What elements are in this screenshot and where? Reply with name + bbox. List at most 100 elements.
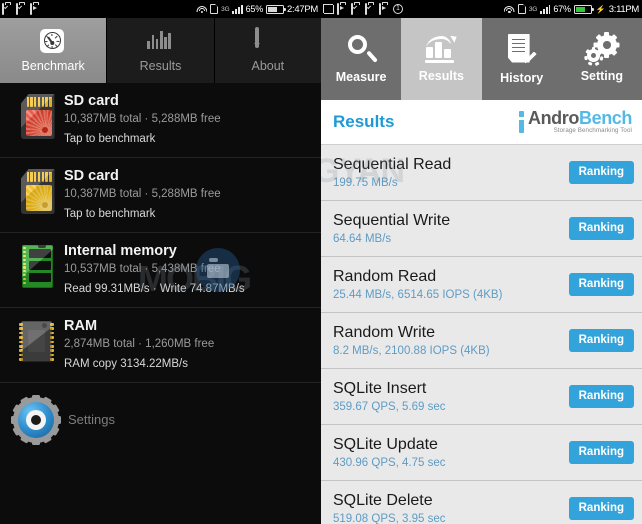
- battery-icon: [573, 4, 594, 14]
- ranking-button[interactable]: Ranking: [568, 440, 634, 465]
- battery-icon: [266, 4, 287, 14]
- ram-chip-icon: [10, 317, 62, 364]
- notification-arrow-icon: [337, 2, 348, 15]
- list-item-text: SD card 10,387MB total · 5,288MB free Ta…: [62, 92, 311, 148]
- wifi-icon: [503, 5, 515, 14]
- right-status-notifications: 1: [323, 2, 403, 15]
- clock-left: 2:47PM: [287, 3, 318, 15]
- item-title: Internal memory: [64, 243, 177, 259]
- result-value: 519.08 QPS, 3.95 sec: [333, 513, 446, 524]
- left-phone-screen: 3G 65% 2:47PM Benchmark Results About SD…: [0, 0, 321, 524]
- logo-text-bench: Bench: [578, 108, 632, 129]
- table-row[interactable]: Random Read 25.44 MB/s, 6514.65 IOPS (4K…: [321, 257, 642, 313]
- search-icon: [346, 34, 378, 64]
- item-action: Read 99.31MB/s · Write 74.87MB/s: [64, 283, 245, 295]
- table-row[interactable]: SQLite Delete 519.08 QPS, 3.95 sec Ranki…: [321, 481, 642, 524]
- tab-about[interactable]: About: [215, 18, 321, 83]
- sd-card-red-icon: [10, 92, 62, 139]
- table-row[interactable]: Sequential Read 199.75 MB/s Ranking: [321, 145, 642, 201]
- item-capacity: 10,387MB total · 5,288MB free: [64, 188, 221, 200]
- right-tab-bar: Measure Results History Setting: [321, 18, 642, 100]
- page-title: Results: [333, 112, 395, 131]
- left-status-indicators: 3G 65% 2:47PM: [196, 4, 318, 15]
- tab-about-label: About: [251, 58, 285, 73]
- item-action: RAM copy 3134.22MB/s: [64, 358, 189, 370]
- ranking-button[interactable]: Ranking: [568, 160, 634, 185]
- logo-tagline: Storage Benchmarking Tool: [553, 127, 632, 135]
- result-name: SQLite Update: [333, 436, 438, 453]
- result-value: 199.75 MB/s: [333, 177, 398, 189]
- clock-right: 3:11PM: [608, 3, 640, 15]
- sd-card-yellow-icon: [10, 167, 62, 214]
- signal-bars-icon: [232, 4, 243, 14]
- tab-measure[interactable]: Measure: [321, 18, 401, 100]
- gear-eye-icon: [10, 395, 62, 445]
- ranking-button[interactable]: Ranking: [568, 328, 634, 353]
- network-type-label: 3G: [528, 5, 538, 13]
- right-status-bar: 1 3G 67% ⚡ 3:11PM: [321, 0, 642, 18]
- battery-percent-right: 67%: [553, 4, 571, 14]
- battery-percent-left: 65%: [245, 4, 264, 14]
- settings-row[interactable]: Settings: [0, 383, 321, 455]
- tab-results[interactable]: Results: [401, 18, 482, 100]
- table-row[interactable]: SQLite Update 430.96 QPS, 4.75 sec Ranki…: [321, 425, 642, 481]
- item-capacity: 2,874MB total · 1,260MB free: [64, 338, 215, 350]
- notification-count-icon: 1: [393, 4, 403, 14]
- tab-history-label: History: [500, 70, 544, 85]
- result-value: 359.67 QPS, 5.69 sec: [333, 401, 446, 413]
- sim-icon: [517, 3, 527, 14]
- item-capacity: 10,537MB total · 5,438MB free: [64, 263, 221, 275]
- result-name: Sequential Read: [333, 156, 452, 173]
- bar-chart-icon: [147, 29, 173, 55]
- watermark-logo-icon: [196, 248, 240, 292]
- memory-chip-icon: [10, 242, 62, 289]
- result-value: 430.96 QPS, 4.75 sec: [333, 457, 446, 469]
- left-tab-bar: Benchmark Results About: [0, 18, 321, 83]
- tab-results-label: Results: [139, 58, 182, 73]
- tab-measure-label: Measure: [335, 70, 387, 84]
- wifi-icon: [196, 5, 208, 14]
- logo-text-andro: Andro: [527, 108, 579, 129]
- item-title: RAM: [64, 318, 98, 334]
- androbench-logo: AndroBench Storage Benchmarking Tool: [518, 108, 632, 135]
- tab-setting[interactable]: Setting: [562, 18, 642, 100]
- ranking-button[interactable]: Ranking: [568, 216, 634, 241]
- item-capacity: 10,387MB total · 5,288MB free: [64, 113, 221, 125]
- list-item-text: SD card 10,387MB total · 5,288MB free Ta…: [62, 167, 311, 223]
- tab-results[interactable]: Results: [107, 18, 215, 83]
- tab-benchmark-label: Benchmark: [21, 58, 85, 73]
- table-row[interactable]: SQLite Insert 359.67 QPS, 5.69 sec Ranki…: [321, 369, 642, 425]
- results-list: Sequential Read 199.75 MB/s Ranking Sequ…: [321, 145, 642, 524]
- result-value: 25.44 MB/s, 6514.65 IOPS (4KB): [333, 289, 503, 301]
- crop-icon: [323, 4, 334, 15]
- list-item-sd-card-2[interactable]: SD card 10,387MB total · 5,288MB free Ta…: [0, 158, 321, 233]
- list-item-text: Internal memory 10,537MB total · 5,438MB…: [62, 242, 311, 298]
- tab-history[interactable]: History: [482, 18, 562, 100]
- ranking-button[interactable]: Ranking: [568, 272, 634, 297]
- ranking-button[interactable]: Ranking: [568, 384, 634, 409]
- result-name: Sequential Write: [333, 212, 451, 229]
- ranking-button[interactable]: Ranking: [568, 496, 634, 521]
- dual-screenshot-container: 3G 65% 2:47PM Benchmark Results About SD…: [0, 0, 642, 524]
- result-name: Random Read: [333, 268, 437, 285]
- list-item-internal-memory[interactable]: Internal memory 10,537MB total · 5,438MB…: [0, 233, 321, 308]
- signal-bars-icon: [540, 4, 551, 14]
- item-title: SD card: [64, 93, 119, 109]
- table-row[interactable]: Sequential Write 64.64 MB/s Ranking: [321, 201, 642, 257]
- left-status-bar: 3G 65% 2:47PM: [0, 0, 321, 18]
- result-value: 64.64 MB/s: [333, 233, 392, 245]
- result-name: Random Write: [333, 324, 435, 341]
- list-item-text: RAM 2,874MB total · 1,260MB free RAM cop…: [62, 317, 311, 373]
- notification-arrow-icon: [379, 2, 390, 15]
- charging-icon: ⚡: [595, 4, 606, 14]
- result-name: SQLite Insert: [333, 380, 427, 397]
- list-item-sd-card-1[interactable]: SD card 10,387MB total · 5,288MB free Ta…: [0, 83, 321, 158]
- tab-benchmark[interactable]: Benchmark: [0, 18, 108, 83]
- results-header: Results AndroBench Storage Benchmarking …: [321, 100, 642, 145]
- gears-icon: [583, 32, 620, 66]
- item-title: SD card: [64, 168, 119, 184]
- table-row[interactable]: Random Write 8.2 MB/s, 2100.88 IOPS (4KB…: [321, 313, 642, 369]
- list-item-ram[interactable]: RAM 2,874MB total · 1,260MB free RAM cop…: [0, 308, 321, 383]
- sim-icon: [210, 3, 219, 14]
- result-name: SQLite Delete: [333, 492, 433, 509]
